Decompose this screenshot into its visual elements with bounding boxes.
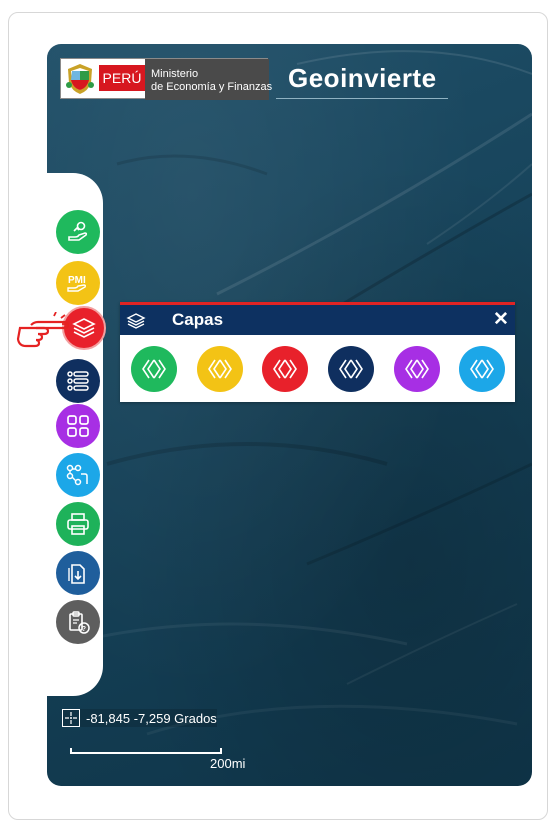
- layer-button-red[interactable]: [262, 346, 308, 392]
- scale-bar: [70, 748, 222, 754]
- grid-icon: [67, 415, 89, 437]
- pointer-hand-icon: [16, 312, 70, 348]
- download-tool-button[interactable]: [56, 551, 100, 595]
- layers-icon: [72, 318, 96, 338]
- layers-panel-title: Capas: [172, 310, 224, 329]
- download-doc-icon: [68, 564, 85, 584]
- ministry-line1: Ministerio: [151, 68, 199, 80]
- help-tool-button[interactable]: ?: [56, 600, 100, 644]
- coat-of-arms-icon: [66, 64, 94, 94]
- layers-panel-header: Capas ✕: [120, 302, 515, 335]
- layer-button-yellow[interactable]: [197, 346, 243, 392]
- layer-button-navy[interactable]: [328, 346, 374, 392]
- layer-button-green[interactable]: [131, 346, 177, 392]
- layer-button-purple[interactable]: [394, 346, 440, 392]
- layer-badge-icon: [339, 359, 363, 379]
- layer-badge-icon: [208, 359, 232, 379]
- layer-badge-icon: [142, 359, 166, 379]
- app-logo: Geoinvierte: [288, 63, 437, 93]
- network-icon: [66, 464, 88, 486]
- list-tool-button[interactable]: [56, 359, 100, 403]
- layers-panel: Capas ✕: [120, 302, 515, 402]
- close-button[interactable]: ✕: [492, 309, 510, 331]
- svg-text:?: ?: [82, 626, 86, 633]
- layer-badge-icon: [273, 359, 297, 379]
- svg-text:PMI: PMI: [68, 275, 86, 286]
- logo-divider: [276, 98, 448, 99]
- pmi-tool-button[interactable]: PMI: [56, 261, 100, 305]
- layer-button-cyan[interactable]: [459, 346, 505, 392]
- print-tool-button[interactable]: [56, 502, 100, 546]
- list-icon: [67, 371, 89, 391]
- layers-icon: [126, 313, 146, 329]
- investment-hand-icon: [68, 221, 88, 241]
- investment-tool-button[interactable]: [56, 210, 100, 254]
- network-tool-button[interactable]: [56, 453, 100, 497]
- layer-badge-icon: [470, 359, 494, 379]
- map-canvas[interactable]: [47, 44, 532, 786]
- government-logo: PERÚ Ministerio de Economía y Finanzas: [60, 58, 273, 100]
- crosshair-icon[interactable]: [62, 709, 80, 727]
- help-doc-icon: ?: [69, 611, 90, 634]
- grid-tool-button[interactable]: [56, 404, 100, 448]
- app-header: PERÚ Ministerio de Economía y Finanzas G…: [60, 58, 448, 100]
- ministry-label: Ministerio de Economía y Finanzas: [145, 59, 273, 100]
- ministry-line2: de Economía y Finanzas: [151, 81, 273, 93]
- coordinates-readout: -81,845 -7,259 Grados: [62, 709, 217, 727]
- coordinates-text: -81,845 -7,259 Grados: [86, 710, 217, 726]
- map-relief-texture: [66, 50, 532, 736]
- scale-label: 200mi: [210, 756, 246, 771]
- pmi-icon: PMI: [67, 275, 87, 292]
- country-label: PERÚ: [99, 65, 145, 91]
- layer-badge-icon: [405, 359, 429, 379]
- printer-icon: [67, 513, 89, 535]
